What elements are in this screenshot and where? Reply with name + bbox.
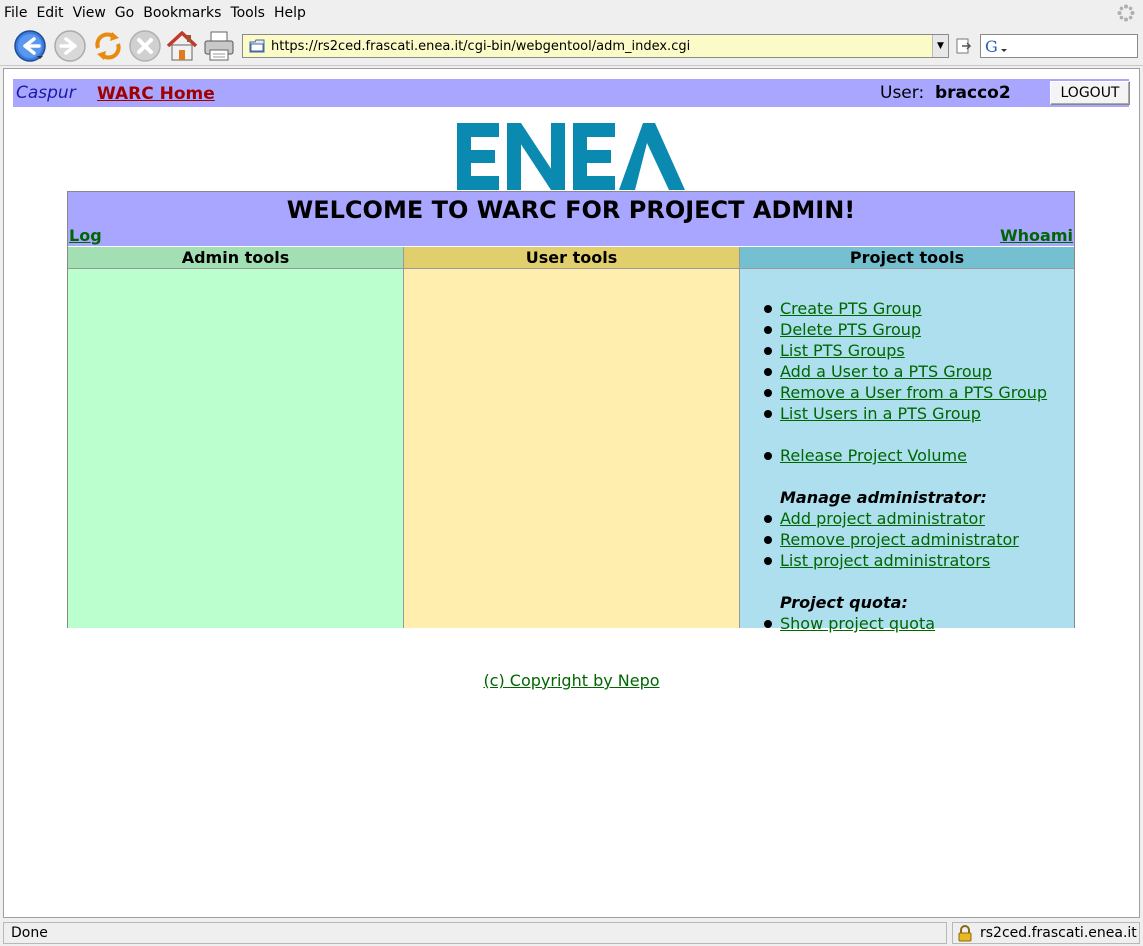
- go-icon[interactable]: [955, 37, 973, 55]
- menu-bar: File Edit View Go Bookmarks Tools Help: [0, 0, 1143, 26]
- bullet-icon: [764, 410, 772, 418]
- bullet-icon: [764, 305, 772, 313]
- bullet-icon: [764, 557, 772, 565]
- whoami-link[interactable]: Whoami: [1000, 226, 1073, 245]
- status-bar: Done rs2ced.frascati.enea.it: [0, 920, 1143, 946]
- google-engine-icon[interactable]: G: [985, 37, 1009, 55]
- menu-edit[interactable]: Edit: [36, 5, 63, 21]
- svg-text:G: G: [985, 37, 998, 55]
- admin-tools-column: Admin tools: [68, 247, 404, 628]
- remove-project-administrator-link[interactable]: Remove project administrator: [780, 529, 1019, 550]
- url-dropdown-icon[interactable]: ▼: [932, 35, 948, 57]
- bullet-icon: [764, 326, 772, 334]
- user-name: bracco2: [935, 83, 1011, 103]
- page-title: WELCOME TO WARC FOR PROJECT ADMIN!: [286, 196, 856, 224]
- reload-button[interactable]: [90, 28, 126, 64]
- bullet-icon: [764, 368, 772, 376]
- add-user-to-pts-group-link[interactable]: Add a User to a PTS Group: [780, 361, 992, 382]
- menu-bookmarks[interactable]: Bookmarks: [143, 5, 221, 21]
- lock-icon[interactable]: [957, 925, 973, 942]
- project-quota-heading: Project quota:: [780, 593, 908, 612]
- menu-help[interactable]: Help: [274, 5, 306, 21]
- navigation-toolbar: https://rs2ced.frascati.enea.it/cgi-bin/…: [0, 26, 1143, 66]
- create-pts-group-link[interactable]: Create PTS Group: [780, 298, 922, 319]
- list-users-in-pts-group-link[interactable]: List Users in a PTS Group: [780, 403, 981, 424]
- page-icon: [249, 39, 265, 53]
- menu-view[interactable]: View: [73, 5, 106, 21]
- list-pts-groups-link[interactable]: List PTS Groups: [780, 340, 905, 361]
- top-header-bar: Caspur WARC Home User: bracco2 LOGOUT: [13, 79, 1130, 107]
- log-link[interactable]: Log: [69, 226, 102, 245]
- back-button[interactable]: [12, 28, 48, 64]
- throbber-icon: [1117, 4, 1135, 22]
- show-project-quota-link[interactable]: Show project quota: [780, 613, 935, 634]
- menu-tools[interactable]: Tools: [230, 5, 265, 21]
- user-label: User:: [880, 83, 925, 103]
- copyright-link[interactable]: (c) Copyright by Nepo: [4, 671, 1139, 690]
- bullet-icon: [764, 347, 772, 355]
- user-tools-column: User tools: [404, 247, 740, 628]
- list-project-administrators-link[interactable]: List project administrators: [780, 550, 990, 571]
- page-viewport: Caspur WARC Home User: bracco2 LOGOUT WE…: [3, 68, 1140, 918]
- brand-caspur: Caspur: [16, 83, 76, 103]
- url-text[interactable]: https://rs2ced.frascati.enea.it/cgi-bin/…: [271, 39, 932, 54]
- url-bar[interactable]: https://rs2ced.frascati.enea.it/cgi-bin/…: [242, 34, 949, 58]
- manage-administrator-heading: Manage administrator:: [780, 488, 987, 507]
- logout-button[interactable]: LOGOUT: [1050, 81, 1130, 105]
- admin-tools-header: Admin tools: [68, 247, 403, 269]
- menu-go[interactable]: Go: [115, 5, 134, 21]
- remove-user-from-pts-group-link[interactable]: Remove a User from a PTS Group: [780, 382, 1047, 403]
- project-tools-header: Project tools: [740, 247, 1074, 269]
- forward-button[interactable]: [52, 28, 88, 64]
- warc-home-link[interactable]: WARC Home: [97, 84, 215, 104]
- welcome-header: WELCOME TO WARC FOR PROJECT ADMIN! Log W…: [68, 192, 1074, 246]
- search-input[interactable]: G: [980, 34, 1138, 58]
- security-host: rs2ced.frascati.enea.it: [980, 925, 1137, 941]
- security-status[interactable]: rs2ced.frascati.enea.it: [952, 922, 1140, 944]
- enea-logo: [457, 123, 685, 190]
- add-project-administrator-link[interactable]: Add project administrator: [780, 508, 985, 529]
- bullet-icon: [764, 452, 772, 460]
- status-text: Done: [3, 922, 947, 944]
- user-tools-header: User tools: [404, 247, 739, 269]
- home-button[interactable]: [164, 28, 200, 64]
- menu-file[interactable]: File: [4, 5, 27, 21]
- bullet-icon: [764, 620, 772, 628]
- stop-button[interactable]: [127, 28, 163, 64]
- delete-pts-group-link[interactable]: Delete PTS Group: [780, 319, 921, 340]
- release-project-volume-link[interactable]: Release Project Volume: [780, 445, 967, 466]
- print-button[interactable]: [201, 28, 237, 64]
- bullet-icon: [764, 536, 772, 544]
- project-tools-column: Project tools Create PTS Group Delete PT…: [740, 247, 1074, 633]
- bullet-icon: [764, 515, 772, 523]
- bullet-icon: [764, 389, 772, 397]
- main-table: WELCOME TO WARC FOR PROJECT ADMIN! Log W…: [67, 191, 1075, 633]
